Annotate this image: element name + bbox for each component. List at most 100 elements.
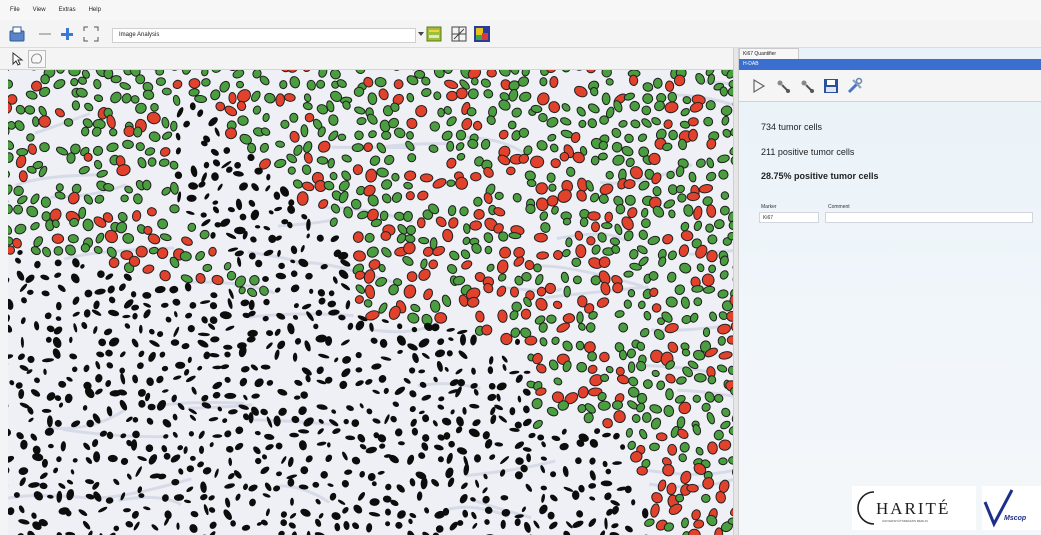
stroma-nucleus xyxy=(416,491,423,501)
stroma-nucleus xyxy=(359,470,365,478)
stroma-nucleus xyxy=(224,430,232,438)
negative-tumor-cell xyxy=(486,263,495,272)
stroma-nucleus xyxy=(298,440,307,451)
stroma-nucleus xyxy=(8,455,15,463)
negative-tumor-cell xyxy=(247,142,257,154)
positive-tumor-cell xyxy=(475,310,485,323)
negative-tumor-cell xyxy=(259,285,269,296)
stroma-nucleus xyxy=(198,445,205,454)
color-channels-icon[interactable] xyxy=(473,25,491,43)
settings-tools-icon[interactable] xyxy=(845,76,865,96)
negative-tumor-cell xyxy=(597,400,611,411)
negative-tumor-cell xyxy=(142,89,155,100)
negative-tumor-cell xyxy=(264,92,276,104)
negative-tumor-cell xyxy=(598,193,609,204)
stroma-nucleus xyxy=(135,466,142,477)
negative-tumor-cell xyxy=(406,225,417,236)
stroma-nucleus xyxy=(212,434,223,438)
negative-tumor-cell xyxy=(8,70,10,73)
negative-tumor-cell xyxy=(16,147,29,157)
stroma-nucleus xyxy=(219,311,232,320)
fit-to-window-icon[interactable] xyxy=(82,25,100,43)
stroma-nucleus xyxy=(263,226,271,231)
stroma-nucleus xyxy=(437,404,445,410)
grid-overlay-icon[interactable] xyxy=(450,25,468,43)
play-icon[interactable] xyxy=(749,76,769,96)
zoom-in-icon[interactable] xyxy=(58,25,76,43)
stroma-nucleus xyxy=(223,509,232,520)
stroma-nucleus xyxy=(183,368,190,376)
pointer-tool-icon[interactable] xyxy=(10,51,24,66)
positive-tumor-cell xyxy=(181,236,193,246)
stroma-nucleus xyxy=(624,525,633,533)
positive-tumor-cell xyxy=(613,410,626,424)
stroma-nucleus xyxy=(446,452,453,464)
negative-tumor-cell xyxy=(120,194,129,203)
stroma-nucleus xyxy=(44,312,52,320)
stroma-nucleus xyxy=(239,182,248,191)
negative-tumor-cell xyxy=(693,220,703,232)
negative-tumor-cell xyxy=(623,299,632,309)
save-icon[interactable] xyxy=(821,76,841,96)
menu-view[interactable]: View xyxy=(33,7,46,13)
positive-tumor-cell xyxy=(726,310,733,322)
stroma-nucleus xyxy=(304,340,311,352)
stroma-nucleus xyxy=(355,380,364,387)
slide-image-viewer[interactable] xyxy=(8,70,733,535)
negative-tumor-cell xyxy=(354,130,364,141)
stroma-nucleus xyxy=(17,250,23,255)
stroma-nucleus xyxy=(19,283,28,292)
stroma-nucleus xyxy=(8,402,9,410)
add-marker-icon[interactable] xyxy=(773,76,793,96)
stroma-nucleus xyxy=(422,531,430,535)
negative-tumor-cell xyxy=(470,77,479,86)
analysis-select[interactable]: Image Analysis xyxy=(112,28,416,43)
marker-field[interactable]: Ki67 xyxy=(759,212,819,223)
tab-ki67-quantifier[interactable]: Ki67 Quantifier xyxy=(739,48,799,59)
negative-tumor-cell xyxy=(551,205,559,215)
scale-bar-icon[interactable] xyxy=(425,25,443,43)
stroma-nucleus xyxy=(594,428,601,434)
negative-tumor-cell xyxy=(641,412,652,423)
stroma-nucleus xyxy=(200,494,208,501)
stroma-nucleus xyxy=(146,417,154,425)
negative-tumor-cell xyxy=(374,76,387,88)
stroma-nucleus xyxy=(611,523,619,529)
menu-file[interactable]: File xyxy=(10,7,20,13)
comment-field[interactable] xyxy=(825,212,1033,223)
negative-tumor-cell xyxy=(652,77,663,89)
stroma-nucleus xyxy=(254,430,261,436)
remove-marker-icon[interactable] xyxy=(797,76,817,96)
freehand-region-icon[interactable] xyxy=(28,50,46,68)
positive-tumor-cell xyxy=(664,101,679,114)
stroma-nucleus xyxy=(58,482,66,489)
negative-tumor-cell xyxy=(38,105,47,117)
positive-tumor-cell xyxy=(680,470,692,484)
zoom-out-icon[interactable] xyxy=(36,25,54,43)
stroma-nucleus xyxy=(239,377,248,387)
negative-tumor-cell xyxy=(364,232,375,243)
negative-tumor-cell xyxy=(695,72,705,85)
positive-tumor-cell xyxy=(419,173,434,183)
negative-tumor-cell xyxy=(560,271,570,284)
stroma-nucleus xyxy=(251,183,259,192)
menu-help[interactable]: Help xyxy=(89,7,101,13)
open-slide-icon[interactable] xyxy=(8,25,26,43)
negative-tumor-cell xyxy=(605,170,614,180)
negative-tumor-cell xyxy=(393,127,406,139)
menu-extras[interactable]: Extras xyxy=(59,7,76,13)
stroma-nucleus xyxy=(234,442,244,451)
stroma-nucleus xyxy=(92,439,99,448)
negative-tumor-cell xyxy=(94,159,103,170)
positive-tumor-cell xyxy=(506,166,516,176)
stroma-nucleus xyxy=(8,298,14,310)
stroma-nucleus xyxy=(224,483,235,489)
negative-tumor-cell xyxy=(405,140,415,152)
chevron-down-icon[interactable] xyxy=(418,32,424,36)
stroma-nucleus xyxy=(403,377,411,384)
positive-tumor-cell xyxy=(363,269,376,284)
negative-tumor-cell xyxy=(421,88,432,97)
negative-tumor-cell xyxy=(576,361,588,373)
negative-tumor-cell xyxy=(695,446,704,456)
stroma-nucleus xyxy=(290,245,298,255)
